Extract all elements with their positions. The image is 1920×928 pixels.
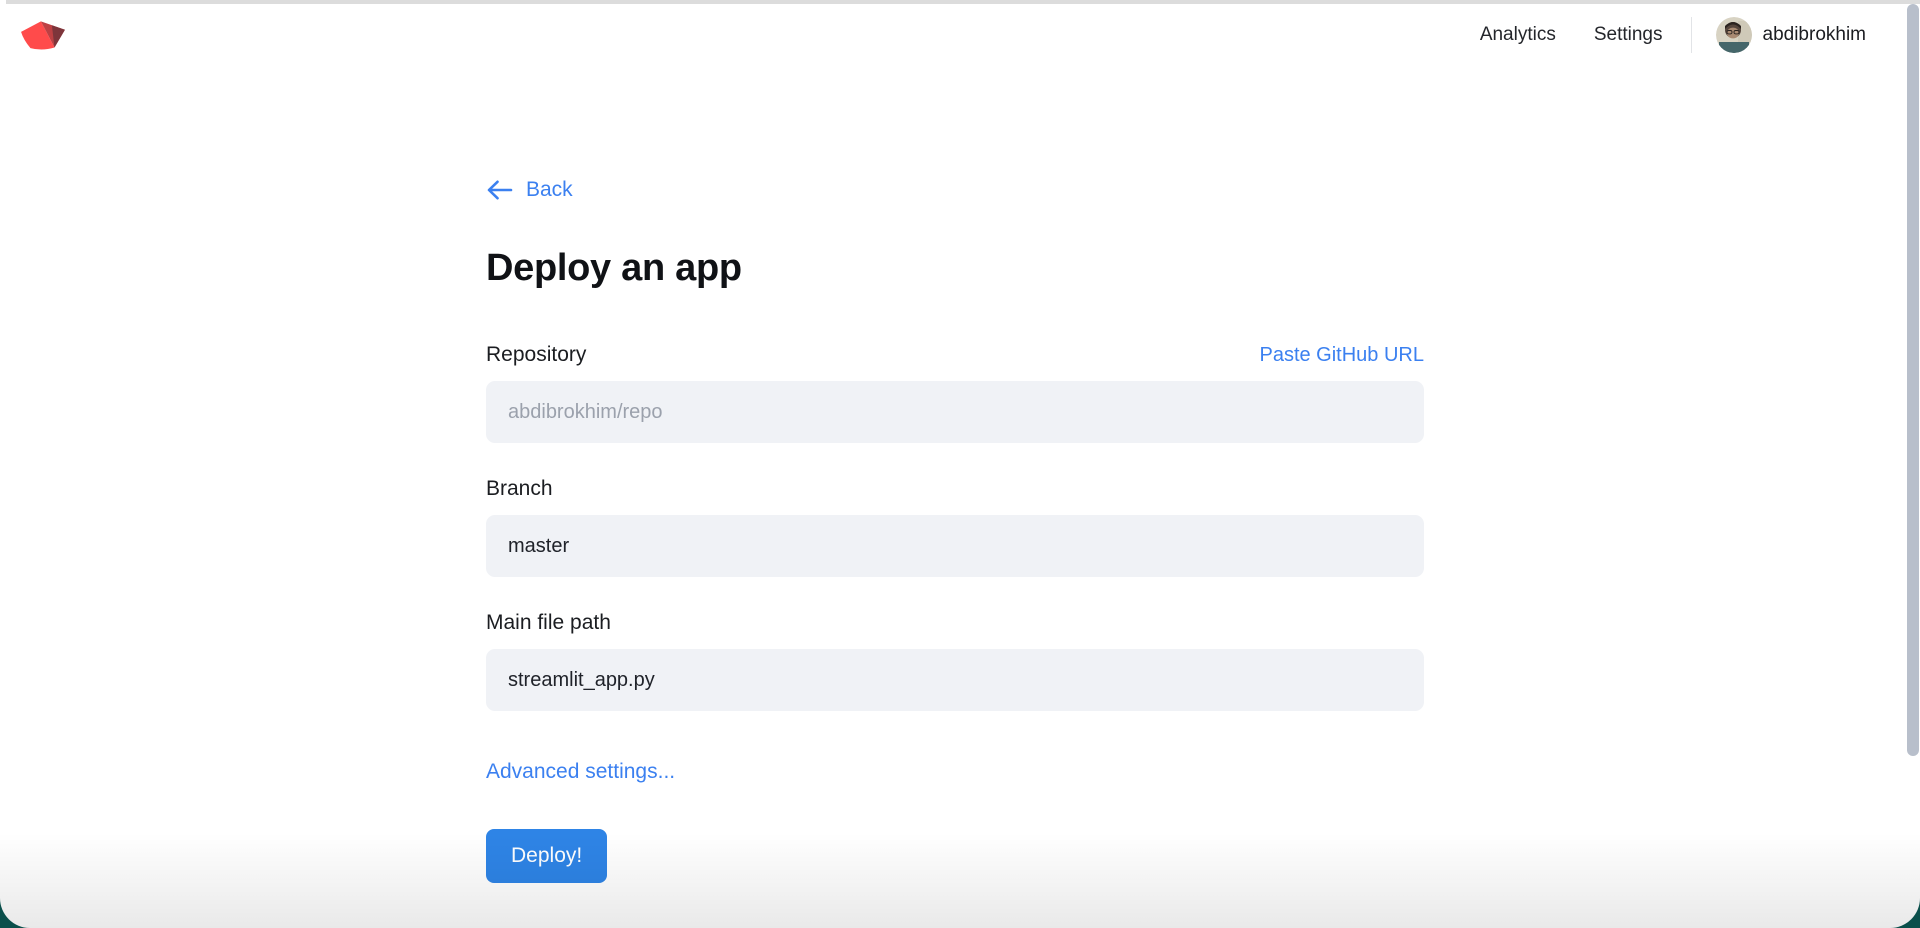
scrollbar-thumb[interactable] [1907, 4, 1919, 756]
back-arrow-icon [487, 180, 513, 200]
repository-label: Repository [486, 343, 587, 366]
advanced-settings-link[interactable]: Advanced settings... [486, 760, 675, 784]
main-sheet: Analytics Settings abdibrokhim Back Depl… [0, 0, 1920, 928]
deploy-button[interactable]: Deploy! [486, 829, 608, 883]
branch-input[interactable] [486, 515, 1424, 577]
user-avatar [1715, 17, 1752, 53]
streamlit-logo-icon[interactable] [20, 18, 66, 52]
nav-analytics-link[interactable]: Analytics [1480, 24, 1556, 46]
branch-label: Branch [486, 477, 553, 500]
page-title: Deploy an app [486, 247, 742, 289]
page-scrollbar[interactable] [1906, 0, 1920, 928]
nav-divider [1690, 17, 1692, 53]
deploy-app-panel: Back Deploy an app Repository Paste GitH… [486, 66, 1424, 883]
repository-input[interactable] [486, 381, 1424, 443]
back-link[interactable]: Back [486, 178, 573, 202]
top-navigation-bar: Analytics Settings abdibrokhim [0, 4, 1906, 66]
main-file-path-input[interactable] [486, 649, 1424, 711]
paste-github-url-link[interactable]: Paste GitHub URL [1259, 344, 1424, 367]
back-label: Back [526, 178, 573, 201]
username-label: abdibrokhim [1762, 24, 1867, 45]
nav-settings-link[interactable]: Settings [1594, 24, 1663, 46]
main-file-path-label: Main file path [486, 611, 611, 634]
user-menu[interactable]: abdibrokhim [1715, 17, 1867, 53]
